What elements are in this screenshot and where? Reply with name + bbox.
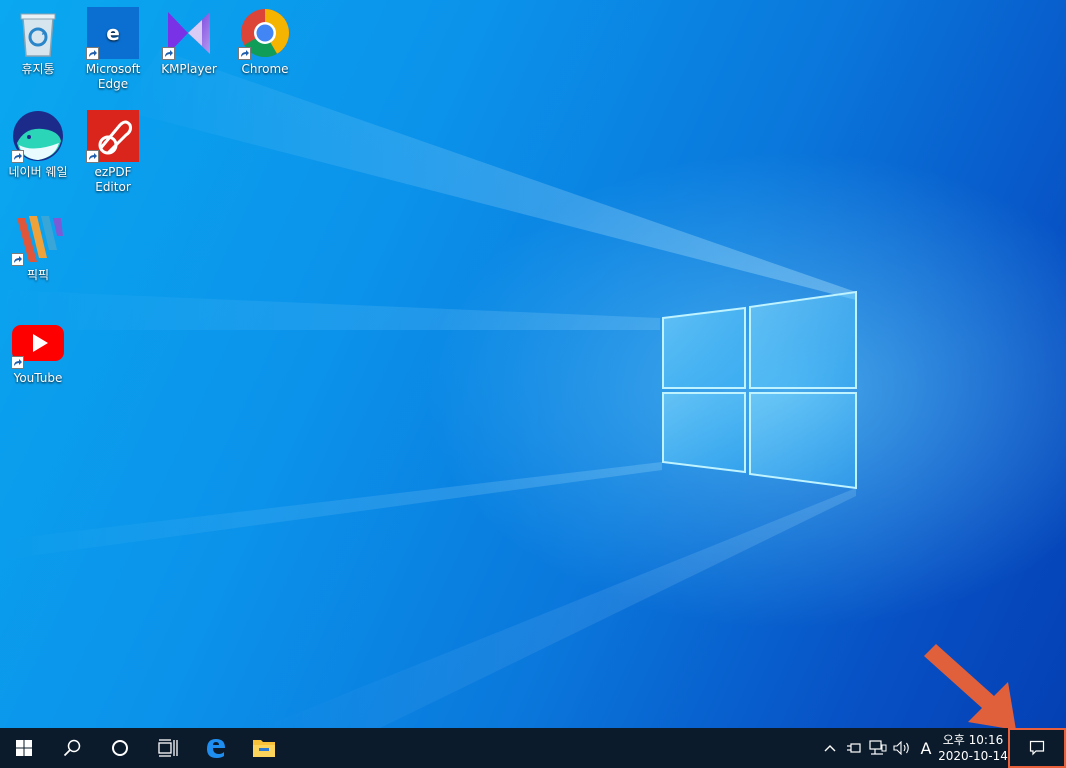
desktop-icon-label: 네이버 웨일 (8, 165, 68, 179)
search-button[interactable] (48, 728, 96, 768)
taskbar-file-explorer-button[interactable] (240, 728, 288, 768)
desktop-icon-youtube[interactable]: YouTube (0, 315, 76, 386)
shortcut-arrow-icon (11, 253, 24, 266)
file-explorer-icon (253, 740, 275, 757)
shortcut-arrow-icon (238, 47, 251, 60)
recycle-bin-icon (11, 6, 65, 60)
desktop-icon-label: 휴지통 (21, 62, 55, 76)
desktop-background: 휴지통 e Microsoft Edge KMPlayer Chrome 네이버… (0, 0, 1066, 728)
shortcut-arrow-icon (86, 150, 99, 163)
wallpaper-light-beams (0, 50, 856, 728)
clock-time: 오후 10:16 (942, 733, 1004, 747)
taskbar: A 오후 10:16 2020-10-14 (0, 728, 1066, 768)
cortana-icon (112, 740, 128, 756)
network-icon (869, 740, 887, 755)
shortcut-arrow-icon (162, 47, 175, 60)
start-icon (16, 740, 32, 756)
desktop-icon-naver-whale[interactable]: 네이버 웨일 (0, 109, 76, 180)
notification-icon (1029, 740, 1045, 756)
edge-icon: e (86, 6, 140, 60)
desktop-icon-label: Microsoft Edge (85, 62, 141, 91)
desktop-icon-ezpdf-editor[interactable]: ezPDF Editor (75, 109, 151, 195)
search-icon (63, 739, 81, 757)
desktop-icon-microsoft-edge[interactable]: e Microsoft Edge (75, 6, 151, 92)
naver-whale-icon (11, 109, 65, 163)
start-button[interactable] (0, 728, 48, 768)
desktop-icon-chrome[interactable]: Chrome (227, 6, 303, 77)
shortcut-arrow-icon (11, 356, 24, 369)
clock[interactable]: 오후 10:16 2020-10-14 (938, 728, 1008, 768)
show-hidden-icons-button[interactable] (818, 728, 842, 768)
tray-network-button[interactable] (866, 728, 890, 768)
task-view-button[interactable] (144, 728, 192, 768)
desktop-icon-recycle-bin[interactable]: 휴지통 (0, 6, 76, 77)
shortcut-arrow-icon (11, 150, 24, 163)
task-view-icon (158, 739, 178, 757)
chrome-icon (238, 6, 292, 60)
input-method-indicator[interactable]: A (914, 728, 938, 768)
kmplayer-icon (162, 6, 216, 60)
ezpdf-icon (86, 109, 140, 163)
desktop-icon-label: YouTube (13, 371, 63, 385)
clock-date: 2020-10-14 (938, 749, 1008, 763)
shortcut-arrow-icon (86, 47, 99, 60)
desktop-icon-label: 픽픽 (26, 268, 50, 282)
speaker-icon (893, 741, 909, 755)
annotation-arrow-icon (924, 644, 1016, 728)
windows-logo (662, 290, 857, 490)
tray-volume-button[interactable] (890, 728, 914, 768)
power-plug-icon (847, 743, 861, 753)
action-center-button[interactable] (1008, 728, 1066, 768)
desktop-icon-label: KMPlayer (161, 62, 217, 76)
youtube-icon (11, 315, 65, 369)
taskbar-edge-button[interactable] (192, 728, 240, 768)
system-tray: A 오후 10:16 2020-10-14 (818, 728, 1066, 768)
desktop-icon-label: ezPDF Editor (94, 165, 132, 194)
cortana-button[interactable] (96, 728, 144, 768)
picpick-icon (11, 212, 65, 266)
chevron-up-icon (824, 745, 836, 752)
edge-icon (207, 739, 225, 758)
desktop-icon-picpick[interactable]: 픽픽 (0, 212, 76, 283)
tray-power-button[interactable] (842, 728, 866, 768)
desktop-icon-kmplayer[interactable]: KMPlayer (151, 6, 227, 77)
desktop-icon-label: Chrome (241, 62, 289, 76)
svg-text:e: e (106, 21, 120, 45)
